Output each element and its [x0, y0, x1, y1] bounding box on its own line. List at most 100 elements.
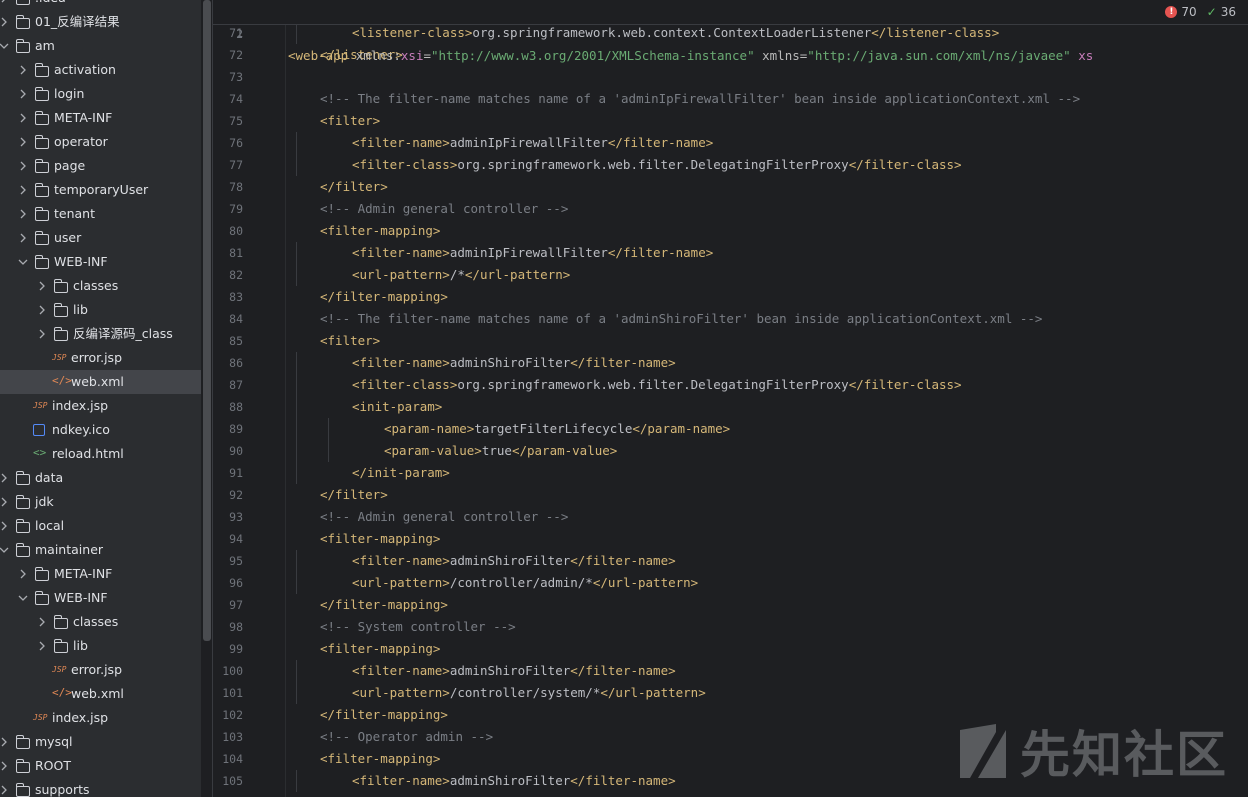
tree-item[interactable]: ndkey.ico [0, 418, 201, 442]
code-line[interactable]: 82 <url-pattern>/*</url-pattern> [213, 264, 1248, 286]
code-line[interactable]: 99 <filter-mapping> [213, 638, 1248, 660]
tree-item[interactable]: lib [0, 634, 201, 658]
tree-item[interactable]: classes [0, 274, 201, 298]
code-token: org.springframework.web.context.ContextL… [472, 25, 872, 40]
code-line[interactable]: 100 <filter-name>adminShiroFilter</filter… [213, 660, 1248, 682]
code-line[interactable]: 101 <url-pattern>/controller/system/*</ur… [213, 682, 1248, 704]
tree-item[interactable]: WEB-INF [0, 586, 201, 610]
tree-item[interactable]: jdk [0, 490, 201, 514]
code-line[interactable]: 89 <param-name>targetFilterLifecycle</par… [213, 418, 1248, 440]
code-line[interactable]: 94 <filter-mapping> [213, 528, 1248, 550]
tree-item[interactable]: WEB-INF [0, 250, 201, 274]
chevron-down-icon[interactable] [0, 40, 9, 52]
code-line[interactable]: 95 <filter-name>adminShiroFilter</filter-… [213, 550, 1248, 572]
chevron-down-icon[interactable] [0, 544, 9, 556]
sticky-header-line[interactable]: 2 <web-app xmlns:xsi="http://www.w3.org/… [213, 0, 1248, 63]
code-line[interactable]: 77 <filter-class>org.springframework.web.… [213, 154, 1248, 176]
chevron-right-icon[interactable] [18, 568, 28, 580]
jsp-file-icon: JSP [33, 401, 48, 410]
code-line[interactable]: 81 <filter-name>adminIpFirewallFilter</fi… [213, 242, 1248, 264]
tree-item[interactable]: META-INF [0, 106, 201, 130]
chevron-right-icon[interactable] [0, 736, 9, 748]
code-line[interactable]: 96 <url-pattern>/controller/admin/*</url-… [213, 572, 1248, 594]
chevron-right-icon[interactable] [18, 136, 28, 148]
chevron-right-icon[interactable] [18, 232, 28, 244]
code-line[interactable]: 80 <filter-mapping> [213, 220, 1248, 242]
tree-item[interactable]: <> reload.html [0, 442, 201, 466]
tree-item[interactable]: .idea [0, 0, 201, 10]
tree-item[interactable]: JSP index.jsp [0, 394, 201, 418]
code-line[interactable]: 73 [213, 66, 1248, 88]
tree-item[interactable]: supports [0, 778, 201, 797]
chevron-right-icon[interactable] [0, 496, 9, 508]
code-line[interactable]: 90 <param-value>true</param-value> [213, 440, 1248, 462]
code-line[interactable]: 79 <!-- Admin general controller --> [213, 198, 1248, 220]
chevron-right-icon[interactable] [0, 472, 9, 484]
tree-item[interactable]: classes [0, 610, 201, 634]
code-line[interactable]: 78 </filter> [213, 176, 1248, 198]
tree-item[interactable]: activation [0, 58, 201, 82]
code-line[interactable]: 97 </filter-mapping> [213, 594, 1248, 616]
chevron-right-icon[interactable] [0, 520, 9, 532]
chevron-right-icon[interactable] [37, 616, 47, 628]
chevron-right-icon[interactable] [37, 304, 47, 316]
chevron-right-icon[interactable] [37, 328, 47, 340]
tree-item[interactable]: </> web.xml [0, 370, 201, 394]
code-editor[interactable]: 71 <listener-class>org.springframework.we… [213, 0, 1248, 797]
tree-item[interactable]: lib [0, 298, 201, 322]
tree-item[interactable]: META-INF [0, 562, 201, 586]
tree-item[interactable]: user [0, 226, 201, 250]
tree-item-label: page [54, 158, 86, 173]
chevron-down-icon[interactable] [18, 256, 28, 268]
code-line[interactable]: 83 </filter-mapping> [213, 286, 1248, 308]
code-text: <filter> [320, 110, 380, 132]
tree-item[interactable]: JSP error.jsp [0, 658, 201, 682]
tree-item[interactable]: temporaryUser [0, 178, 201, 202]
inspection-widget[interactable]: ! 70 ✓ 36 [1157, 0, 1248, 24]
chevron-right-icon[interactable] [18, 88, 28, 100]
code-line[interactable]: 88 <init-param> [213, 396, 1248, 418]
code-line[interactable]: 91 </init-param> [213, 462, 1248, 484]
chevron-right-icon[interactable] [0, 784, 9, 796]
tree-item[interactable]: local [0, 514, 201, 538]
code-line[interactable]: 85 <filter> [213, 330, 1248, 352]
code-line[interactable]: 75 <filter> [213, 110, 1248, 132]
chevron-right-icon[interactable] [18, 208, 28, 220]
tree-item[interactable]: page [0, 154, 201, 178]
tree-item[interactable]: operator [0, 130, 201, 154]
tree-item[interactable]: login [0, 82, 201, 106]
chevron-right-icon[interactable] [0, 16, 9, 28]
chevron-right-icon[interactable] [37, 280, 47, 292]
tree-item[interactable]: maintainer [0, 538, 201, 562]
code-line[interactable]: 93 <!-- Admin general controller --> [213, 506, 1248, 528]
chevron-right-icon[interactable] [18, 112, 28, 124]
code-line[interactable]: 98 <!-- System controller --> [213, 616, 1248, 638]
chevron-right-icon[interactable] [18, 184, 28, 196]
chevron-down-icon[interactable] [18, 592, 28, 604]
chevron-right-icon[interactable] [0, 0, 9, 4]
tree-item[interactable]: 反编译源码_class [0, 322, 201, 346]
tree-item[interactable]: JSP error.jsp [0, 346, 201, 370]
chevron-right-icon[interactable] [37, 640, 47, 652]
code-line[interactable]: 76 <filter-name>adminIpFirewallFilter</fi… [213, 132, 1248, 154]
chevron-right-icon[interactable] [18, 160, 28, 172]
code-line[interactable]: 71 <listener-class>org.springframework.we… [213, 22, 1248, 44]
tree-item[interactable]: ROOT [0, 754, 201, 778]
tree-item[interactable]: </> web.xml [0, 682, 201, 706]
project-tree-scrollbar[interactable] [203, 0, 211, 641]
chevron-right-icon[interactable] [18, 64, 28, 76]
code-line[interactable]: 86 <filter-name>adminShiroFilter</filter-… [213, 352, 1248, 374]
code-line[interactable]: 87 <filter-class>org.springframework.web.… [213, 374, 1248, 396]
tree-item[interactable]: tenant [0, 202, 201, 226]
code-token: <init-param> [352, 399, 443, 414]
tree-item[interactable]: JSP index.jsp [0, 706, 201, 730]
code-line[interactable]: 84 <!-- The filter-name matches name of a… [213, 308, 1248, 330]
tree-item[interactable]: data [0, 466, 201, 490]
tree-item[interactable]: 01_反编译结果 [0, 10, 201, 34]
tree-item[interactable]: am [0, 34, 201, 58]
chevron-right-icon[interactable] [0, 760, 9, 772]
code-line[interactable]: 74 <!-- The filter-name matches name of a… [213, 88, 1248, 110]
tree-item[interactable]: mysql [0, 730, 201, 754]
code-line[interactable]: 92 </filter> [213, 484, 1248, 506]
code-text: <url-pattern>/controller/system/*</url-p… [352, 682, 706, 704]
